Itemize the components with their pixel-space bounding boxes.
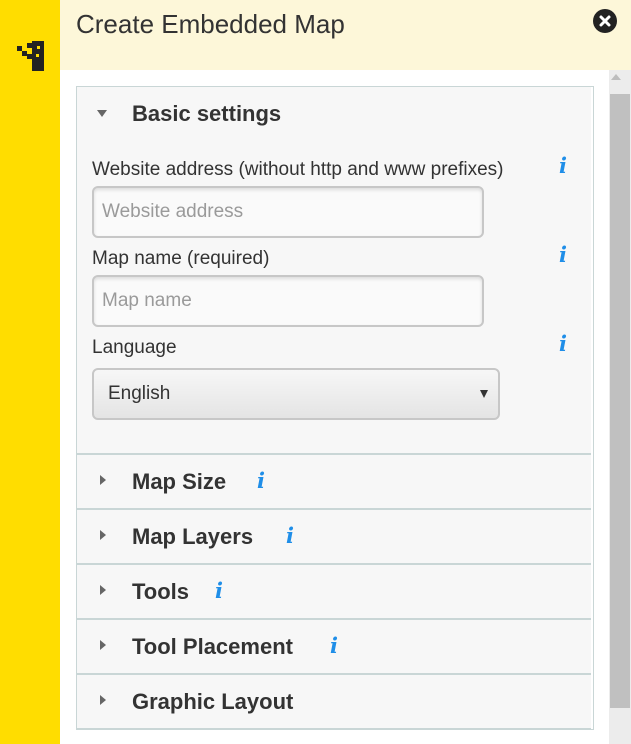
scrollbar-thumb[interactable] bbox=[610, 94, 630, 708]
expand-arrow-icon bbox=[100, 585, 106, 595]
section-tool-placement-header[interactable]: Tool Placement i bbox=[77, 620, 591, 672]
sidebar-accent-bar bbox=[0, 0, 60, 744]
section-map-layers: Map Layers i bbox=[77, 510, 591, 565]
section-title: Basic settings bbox=[132, 101, 282, 126]
section-title: Tool Placement bbox=[132, 634, 293, 659]
dialog-header: Create Embedded Map bbox=[60, 0, 631, 70]
map-name-input[interactable] bbox=[92, 275, 484, 327]
section-map-size-header[interactable]: Map Size i bbox=[77, 455, 591, 507]
expand-arrow-icon bbox=[100, 475, 106, 485]
map-name-info-icon[interactable]: i bbox=[559, 244, 567, 266]
section-map-layers-header[interactable]: Map Layers i bbox=[77, 510, 591, 562]
tool-placement-info-icon[interactable]: i bbox=[330, 635, 338, 657]
scrollbar-up-arrow-icon[interactable] bbox=[611, 74, 621, 80]
expand-arrow-icon bbox=[100, 530, 106, 540]
section-title: Map Layers bbox=[132, 524, 254, 549]
close-icon bbox=[599, 15, 611, 27]
section-map-size: Map Size i bbox=[77, 455, 591, 510]
section-title: Tools bbox=[132, 579, 190, 604]
close-button[interactable] bbox=[593, 9, 617, 33]
expand-arrow-icon bbox=[100, 640, 106, 650]
section-graphic-layout: Graphic Layout bbox=[77, 675, 591, 730]
section-title: Graphic Layout bbox=[132, 689, 294, 714]
language-select[interactable]: English bbox=[92, 368, 500, 420]
language-label: Language bbox=[92, 337, 177, 358]
website-info-icon[interactable]: i bbox=[559, 155, 567, 177]
map-layers-info-icon[interactable]: i bbox=[286, 525, 294, 547]
tools-info-icon[interactable]: i bbox=[215, 580, 223, 602]
website-address-input[interactable] bbox=[92, 186, 484, 238]
map-name-label: Map name (required) bbox=[92, 248, 270, 269]
section-tools: Tools i bbox=[77, 565, 591, 620]
section-title: Map Size bbox=[132, 469, 227, 494]
section-graphic-layout-header[interactable]: Graphic Layout bbox=[77, 675, 591, 727]
website-address-label: Website address (without http and www pr… bbox=[92, 159, 504, 180]
language-selected-value: English bbox=[108, 383, 171, 404]
section-tools-header[interactable]: Tools i bbox=[77, 565, 591, 617]
dialog-title: Create Embedded Map bbox=[76, 9, 345, 39]
dropdown-caret-icon bbox=[480, 390, 488, 398]
section-basic-settings: Basic settings Website address (without … bbox=[77, 87, 591, 455]
map-size-info-icon[interactable]: i bbox=[257, 470, 265, 492]
collapse-arrow-icon bbox=[97, 110, 107, 117]
section-tool-placement: Tool Placement i bbox=[77, 620, 591, 675]
language-info-icon[interactable]: i bbox=[559, 333, 567, 355]
logo-icon bbox=[17, 41, 44, 71]
section-basic-settings-header[interactable]: Basic settings bbox=[77, 87, 591, 139]
expand-arrow-icon bbox=[100, 695, 106, 705]
